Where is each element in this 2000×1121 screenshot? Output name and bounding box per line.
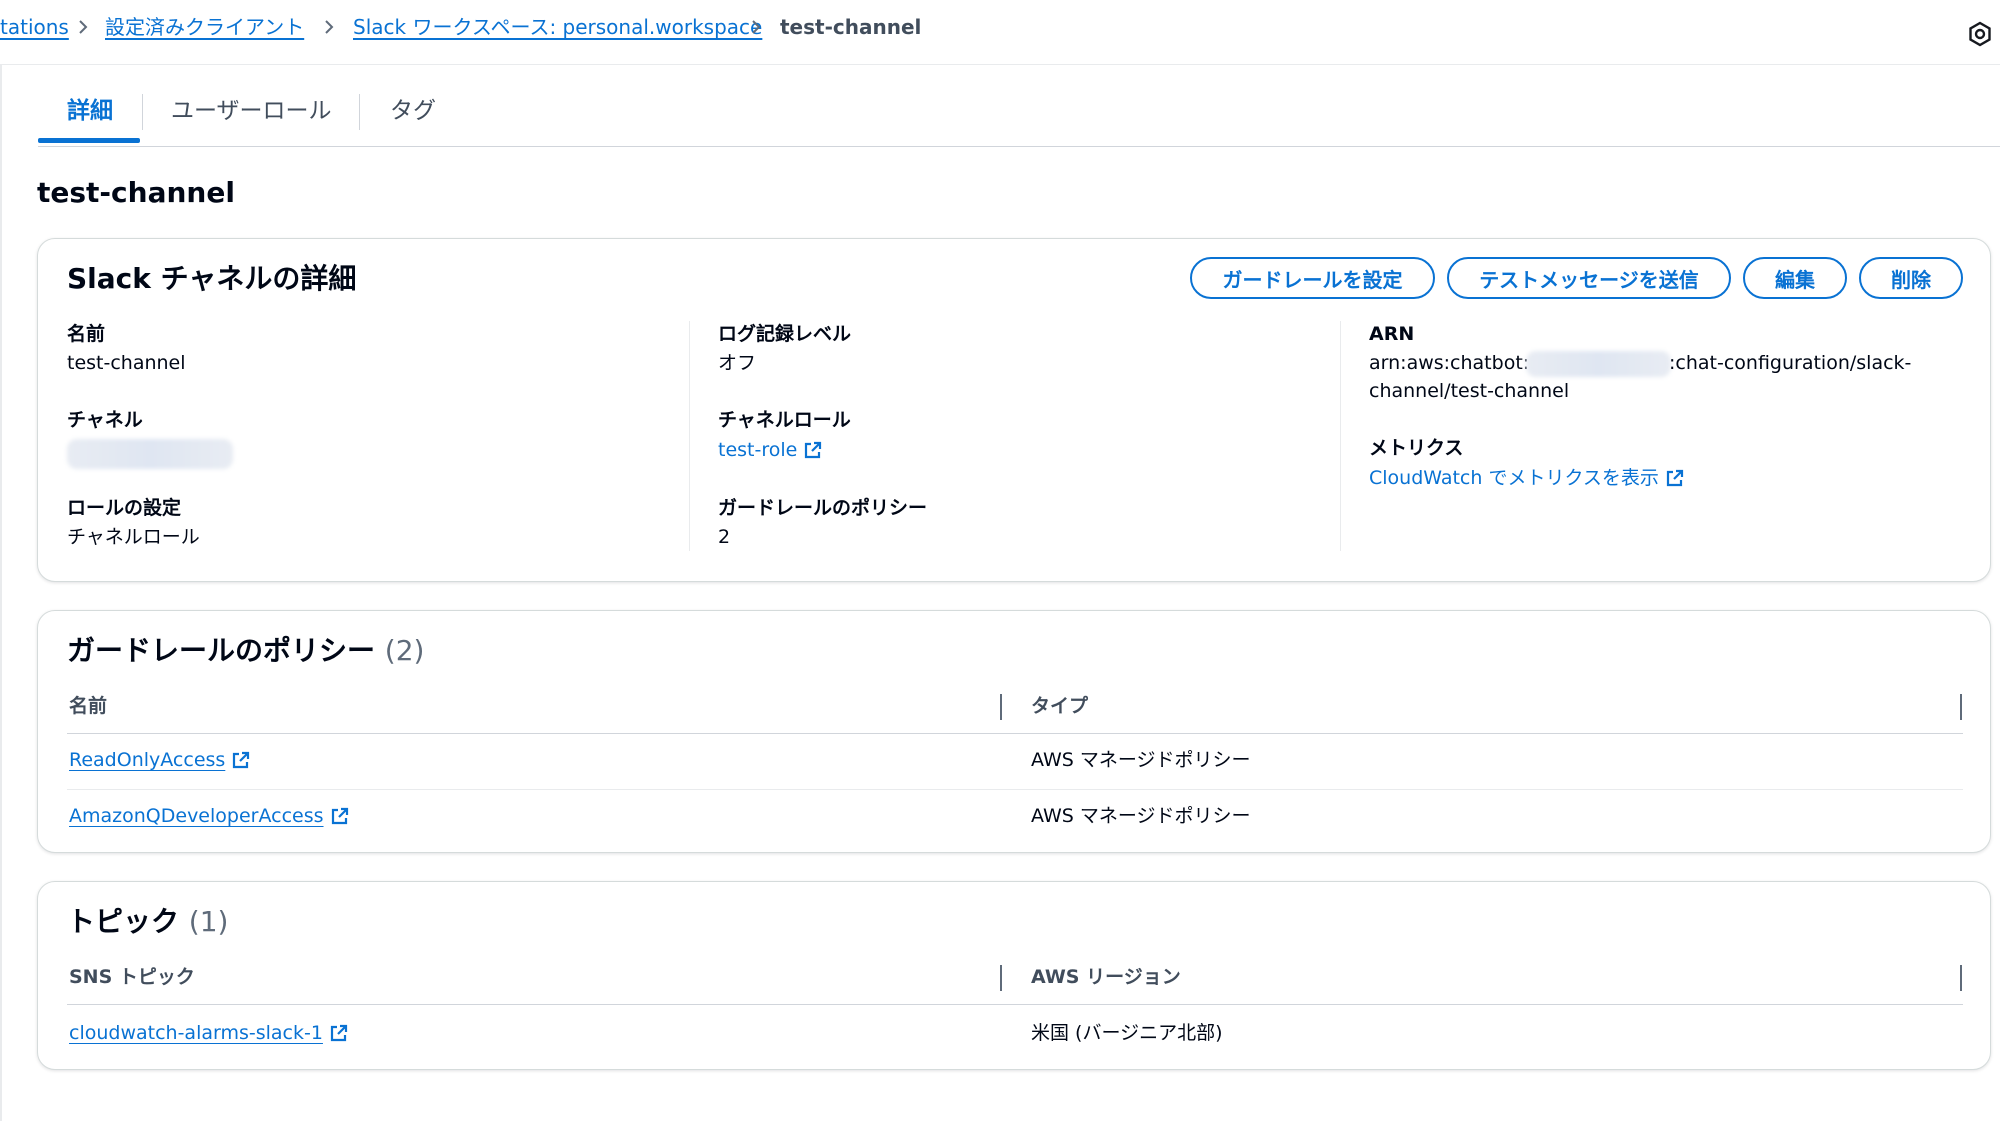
external-link-icon (1666, 469, 1684, 487)
column-resizer[interactable] (1000, 965, 1002, 991)
policy-type: AWS マネージドポリシー (1031, 749, 1251, 771)
sns-topic-region: 米国 (バージニア北部) (1031, 1022, 1223, 1044)
arn-label: ARN (1369, 323, 1415, 345)
arn-line2: channel/test-channel (1369, 380, 1570, 402)
guardrails-title-text: ガードレールのポリシー (67, 634, 376, 667)
breadcrumb-current: test-channel (780, 15, 922, 39)
external-link-icon (330, 1024, 348, 1042)
settings-icon[interactable] (1966, 20, 1994, 48)
details-title: Slack チャネルの詳細 (67, 262, 357, 295)
guardrail-policy-value: 2 (718, 526, 731, 548)
column-header-sns-topic[interactable]: SNS トピック (69, 964, 195, 990)
chevron-right-icon (325, 20, 334, 34)
column-divider (689, 321, 690, 551)
channel-value-redacted (67, 439, 233, 469)
active-tab-indicator (38, 138, 140, 143)
column-resizer[interactable] (1000, 694, 1002, 720)
guardrails-title: ガードレールのポリシー (2) (67, 633, 424, 669)
external-link-icon (331, 807, 348, 825)
tab-list: 詳細 ユーザーロール タグ (38, 80, 2000, 147)
page-title: test-channel (37, 176, 235, 209)
guardrail-policies-panel: ガードレールのポリシー (2) 名前 タイプ ReadOnlyAccess AW… (37, 610, 1991, 853)
policy-link-amazonqdeveloperaccess[interactable]: AmazonQDeveloperAccess (69, 803, 350, 829)
topics-title: トピック (1) (67, 904, 228, 940)
arn-account-redacted (1526, 351, 1671, 377)
column-resizer[interactable] (1960, 965, 1962, 991)
channel-role-link[interactable]: test-role (718, 437, 823, 463)
arn-suffix: :chat-configuration/slack- (1669, 352, 1912, 374)
policy-type: AWS マネージドポリシー (1031, 805, 1251, 827)
topics-panel: トピック (1) SNS トピック AWS リージョン cloudwatch-a… (37, 881, 1991, 1070)
table-header-line (67, 733, 1963, 734)
policy-name: ReadOnlyAccess (69, 749, 226, 771)
topics-title-text: トピック (67, 905, 180, 938)
external-link-icon (805, 441, 822, 459)
channel-role-link-text: test-role (718, 439, 798, 461)
tab-details[interactable]: 詳細 (67, 96, 113, 126)
external-link-icon (233, 751, 250, 769)
sns-topic-name: cloudwatch-alarms-slack-1 (69, 1022, 323, 1044)
column-resizer[interactable] (1960, 694, 1962, 720)
guardrails-count: (2) (384, 634, 425, 667)
chevron-right-icon (79, 20, 88, 34)
channel-role-label: チャネルロール (718, 409, 851, 431)
configure-guardrails-button[interactable]: ガードレールを設定 (1190, 257, 1435, 299)
chevron-right-icon (752, 20, 761, 34)
guardrail-policy-label: ガードレールのポリシー (718, 497, 928, 519)
role-setting-label: ロールの設定 (67, 497, 182, 519)
sns-topic-link[interactable]: cloudwatch-alarms-slack-1 (69, 1020, 349, 1046)
column-header-type[interactable]: タイプ (1031, 693, 1088, 719)
role-setting-value: チャネルロール (67, 526, 200, 548)
name-value: test-channel (67, 352, 186, 374)
topics-count: (1) (188, 905, 229, 938)
left-divider (0, 64, 2, 1121)
tab-user-roles[interactable]: ユーザーロール (171, 96, 332, 126)
column-divider (1340, 321, 1341, 551)
log-level-value: オフ (718, 352, 757, 374)
edit-button[interactable]: 編集 (1743, 257, 1847, 299)
slack-channel-details-panel: Slack チャネルの詳細 ガードレールを設定 テストメッセージを送信 編集 削… (37, 238, 1991, 582)
tab-divider (359, 94, 360, 130)
send-test-message-button[interactable]: テストメッセージを送信 (1447, 257, 1731, 299)
log-level-label: ログ記録レベル (718, 323, 852, 345)
channel-label: チャネル (67, 409, 143, 431)
breadcrumb-item-workspace[interactable]: Slack ワークスペース: personal.workspace (353, 14, 762, 40)
row-divider (67, 789, 1963, 790)
breadcrumb-item-integrations[interactable]: tations (0, 14, 69, 40)
delete-button[interactable]: 削除 (1859, 257, 1963, 299)
table-header-line (67, 1004, 1963, 1005)
tab-divider (142, 94, 143, 130)
arn-prefix: arn:aws:chatbot:: (1369, 352, 1536, 374)
column-header-region[interactable]: AWS リージョン (1031, 964, 1181, 990)
cloudwatch-metrics-link-text: CloudWatch でメトリクスを表示 (1369, 467, 1659, 489)
policy-name: AmazonQDeveloperAccess (69, 805, 324, 827)
cloudwatch-metrics-link[interactable]: CloudWatch でメトリクスを表示 (1369, 465, 1685, 491)
policy-link-readonlyaccess[interactable]: ReadOnlyAccess (69, 747, 251, 773)
name-label: 名前 (67, 323, 106, 345)
breadcrumb: tations 設定済みクライアント Slack ワークスペース: person… (0, 0, 2000, 65)
metrics-label: メトリクス (1369, 437, 1464, 459)
column-header-name[interactable]: 名前 (69, 693, 107, 719)
tab-tags[interactable]: タグ (390, 96, 436, 126)
breadcrumb-item-clients[interactable]: 設定済みクライアント (105, 14, 304, 40)
